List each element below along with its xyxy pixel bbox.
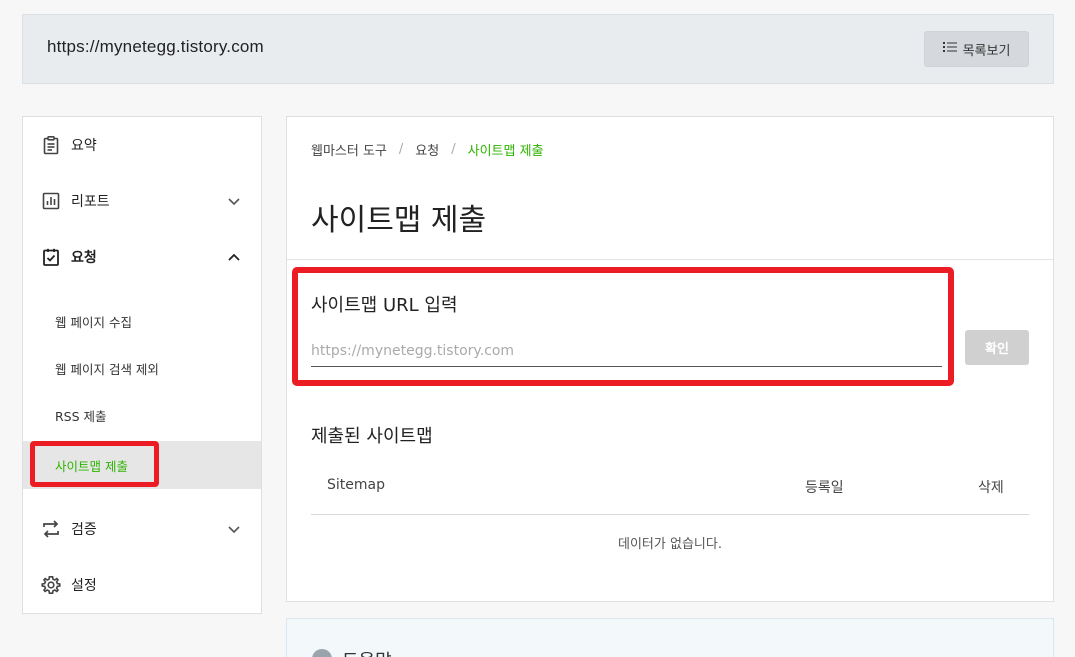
sidebar-subitem-rss-submit[interactable]: RSS 제출 xyxy=(23,391,261,439)
help-panel: 도움말 xyxy=(286,618,1054,657)
swap-arrows-icon xyxy=(40,518,62,540)
site-url: https://mynetegg.tistory.com xyxy=(47,37,264,56)
info-icon xyxy=(312,649,332,657)
help-title[interactable]: 도움말 xyxy=(342,647,392,657)
sidebar-item-report[interactable]: 리포트 xyxy=(23,173,261,229)
bar-chart-icon xyxy=(40,190,62,212)
empty-table-message: 데이터가 없습니다. xyxy=(618,537,722,552)
breadcrumb-item-current: 사이트맵 제출 xyxy=(467,144,544,159)
sitemap-url-input[interactable] xyxy=(311,335,942,367)
confirm-button[interactable]: 확인 xyxy=(965,330,1029,365)
list-view-button[interactable]: 목록보기 xyxy=(924,31,1029,67)
clipboard-check-icon xyxy=(40,246,62,268)
sidebar-item-label: 요약 xyxy=(71,138,97,154)
divider xyxy=(287,259,1053,260)
sidebar-item-settings[interactable]: 설정 xyxy=(23,557,261,613)
breadcrumb-separator: / xyxy=(398,142,404,157)
sidebar-item-summary[interactable]: 요약 xyxy=(23,117,261,173)
clipboard-icon xyxy=(40,134,62,156)
sitemap-url-label: 사이트맵 URL 입력 xyxy=(311,295,458,316)
sidebar-subitem-page-crawl[interactable]: 웹 페이지 수집 xyxy=(23,297,261,345)
main-panel: 웹마스터 도구 / 요청 / 사이트맵 제출 사이트맵 제출 사이트맵 URL … xyxy=(286,116,1054,602)
breadcrumb-separator: / xyxy=(451,142,456,157)
column-header-date: 등록일 xyxy=(805,480,844,496)
sidebar-subitem-page-exclude[interactable]: 웹 페이지 검색 제외 xyxy=(23,344,261,392)
sidebar-item-request[interactable]: 요청 xyxy=(23,229,261,285)
breadcrumb-item-request[interactable]: 요청 xyxy=(415,140,439,159)
sitemap-table-header: Sitemap 등록일 삭제 xyxy=(311,467,1029,515)
sidebar-item-label: 설정 xyxy=(71,578,97,594)
sidebar-subitem-sitemap-submit[interactable]: 사이트맵 제출 xyxy=(23,441,261,489)
sidebar-item-label: 리포트 xyxy=(71,194,110,210)
chevron-down-icon[interactable] xyxy=(227,193,241,207)
site-header: https://mynetegg.tistory.com 목록보기 xyxy=(22,14,1054,84)
list-icon xyxy=(942,40,957,58)
column-header-delete: 삭제 xyxy=(978,480,1004,496)
column-header-sitemap: Sitemap xyxy=(327,477,385,493)
sidebar: 요약 리포트 요청 웹 페이지 수집 웹 페이지 검색 제외 RSS 제출 사이… xyxy=(22,116,262,614)
gear-icon xyxy=(40,574,62,596)
breadcrumb: 웹마스터 도구 / 요청 / 사이트맵 제출 xyxy=(311,140,544,159)
chevron-down-icon[interactable] xyxy=(227,521,241,535)
list-view-label: 목록보기 xyxy=(962,43,1011,59)
breadcrumb-item-webmaster[interactable]: 웹마스터 도구 xyxy=(311,140,387,159)
submitted-sitemaps-title: 제출된 사이트맵 xyxy=(311,426,433,447)
sidebar-item-label: 요청 xyxy=(71,250,97,266)
chevron-up-icon[interactable] xyxy=(227,249,241,263)
sidebar-item-verify[interactable]: 검증 xyxy=(23,501,261,557)
sidebar-item-label: 검증 xyxy=(71,522,97,538)
page-title: 사이트맵 제출 xyxy=(311,203,487,238)
